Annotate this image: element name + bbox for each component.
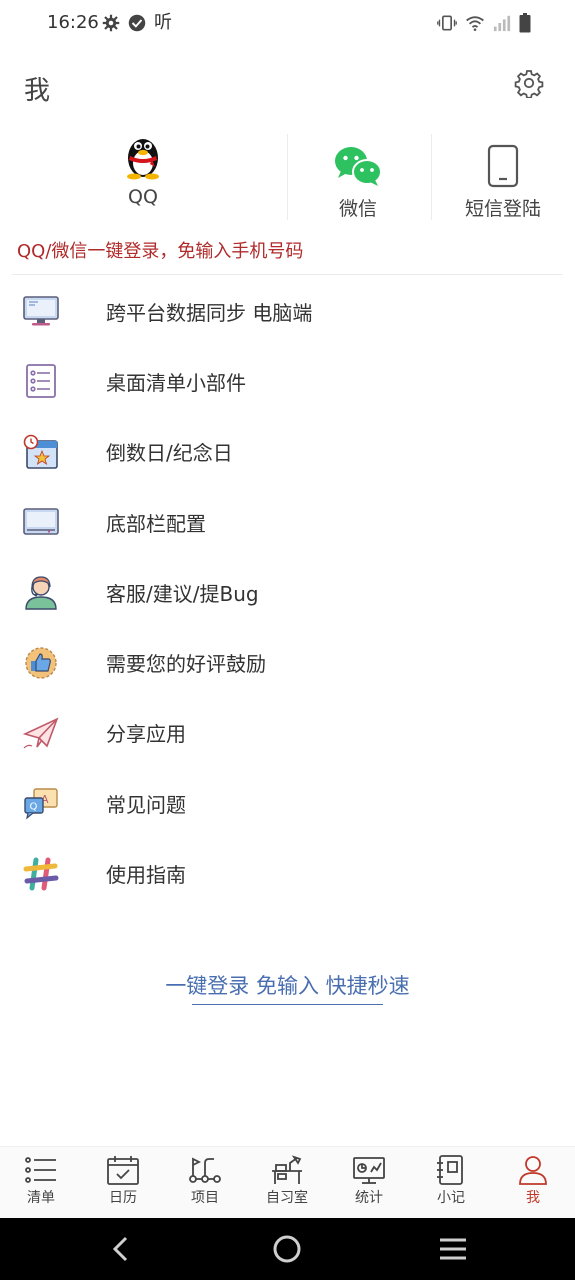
support-agent-icon (25, 576, 57, 611)
tab-label: 我 (526, 1190, 540, 1206)
tab-me[interactable]: 我 (492, 1147, 574, 1219)
menu-icon[interactable] (436, 1232, 470, 1266)
stats-board-icon (353, 1157, 385, 1184)
vibrate-icon (437, 15, 457, 31)
login-label: 短信登陆 (464, 198, 541, 220)
paper-plane-icon (22, 717, 59, 749)
login-hint: QQ/微信一键登录，免输入手机号码 (17, 241, 304, 262)
thumbs-up-badge-icon (25, 646, 57, 679)
tab-label: 统计 (355, 1190, 383, 1206)
menu-item-tabbar-config[interactable]: 底部栏配置 (0, 487, 575, 557)
menu-label: 倒数日/纪念日 (106, 441, 233, 466)
wifi-icon (466, 16, 484, 31)
tab-label: 自习室 (266, 1190, 308, 1206)
tab-calendar[interactable]: 日历 (82, 1147, 164, 1219)
home-icon[interactable] (270, 1232, 304, 1266)
qq-penguin-icon (127, 139, 159, 180)
signal-icon (493, 15, 511, 32)
tab-label: 清单 (27, 1190, 55, 1206)
list-icon (25, 1157, 56, 1183)
desk-icon (272, 1155, 302, 1184)
promo-underline (192, 1004, 383, 1005)
phone-icon (487, 144, 519, 188)
person-icon (519, 1156, 547, 1185)
menu-label: 桌面清单小部件 (106, 370, 246, 395)
login-label: QQ (128, 186, 158, 208)
menu-item-sync[interactable]: 跨平台数据同步 电脑端 (0, 276, 575, 346)
login-label: 微信 (338, 198, 377, 220)
promo: 一键登录 免输入 快捷秒速 (0, 970, 575, 1000)
slack-grid-icon (23, 857, 59, 891)
status-bar: 16:26 听 (0, 0, 575, 48)
battery-icon (519, 13, 531, 33)
menu-label: 底部栏配置 (106, 511, 206, 536)
listen-glyph: 听 (154, 12, 172, 33)
menu-label: 客服/建议/提Bug (106, 581, 259, 606)
gear-icon (102, 14, 120, 32)
menu-item-guide[interactable]: 使用指南 (0, 838, 575, 908)
tab-study-room[interactable]: 自习室 (246, 1147, 328, 1219)
sms-login-button[interactable]: 短信登陆 (458, 130, 548, 226)
menu-label: 分享应用 (106, 722, 186, 747)
menu-item-faq[interactable]: A Q 常见问题 (0, 768, 575, 838)
menu-list: 跨平台数据同步 电脑端 桌面清单小部件 倒数日/纪念日 底部栏配置 客服/建议/… (0, 276, 575, 909)
menu-item-support[interactable]: 客服/建议/提Bug (0, 557, 575, 627)
menu-label: 跨平台数据同步 电脑端 (106, 300, 313, 325)
status-time: 16:26 (47, 12, 99, 33)
divider (12, 274, 563, 275)
calendar-icon (107, 1156, 139, 1185)
gear-icon[interactable] (514, 68, 544, 98)
bottom-tab-bar: 清单 日历 项目 自习室 统计 小记 我 (0, 1146, 575, 1218)
tab-list[interactable]: 清单 (0, 1147, 82, 1219)
svg-text:Q: Q (30, 802, 38, 813)
menu-label: 常见问题 (106, 792, 186, 817)
menu-label: 需要您的好评鼓励 (106, 652, 266, 677)
login-options: QQ 微信 短信登陆 (0, 130, 575, 226)
page-title: 我 (24, 76, 51, 106)
page-header: 我 (0, 58, 575, 114)
check-circle-icon (128, 14, 146, 32)
monitor-icon (23, 296, 59, 326)
project-flow-icon (189, 1157, 221, 1183)
qa-bubble-icon: A Q (24, 788, 58, 820)
qq-login-button[interactable]: QQ (103, 130, 183, 226)
tab-label: 日历 (109, 1190, 137, 1206)
wechat-login-button[interactable]: 微信 (318, 130, 398, 226)
tab-stats[interactable]: 统计 (328, 1147, 410, 1219)
notebook-icon (437, 1155, 463, 1185)
menu-item-rate[interactable]: 需要您的好评鼓励 (0, 627, 575, 697)
tab-project[interactable]: 项目 (164, 1147, 246, 1219)
menu-item-widget[interactable]: 桌面清单小部件 (0, 346, 575, 416)
tab-notes[interactable]: 小记 (410, 1147, 492, 1219)
system-nav-bar (0, 1218, 575, 1280)
menu-label: 使用指南 (106, 863, 186, 888)
menu-item-share[interactable]: 分享应用 (0, 698, 575, 768)
screen-panel-icon (23, 508, 59, 535)
calendar-star-icon (23, 434, 58, 469)
back-icon[interactable] (104, 1232, 138, 1266)
menu-item-countdown[interactable]: 倒数日/纪念日 (0, 417, 575, 487)
tab-label: 小记 (437, 1190, 465, 1206)
wechat-icon (335, 147, 382, 186)
tab-label: 项目 (191, 1190, 219, 1206)
quick-login-link[interactable]: 一键登录 免输入 快捷秒速 (165, 974, 409, 998)
checklist-icon (26, 364, 56, 399)
